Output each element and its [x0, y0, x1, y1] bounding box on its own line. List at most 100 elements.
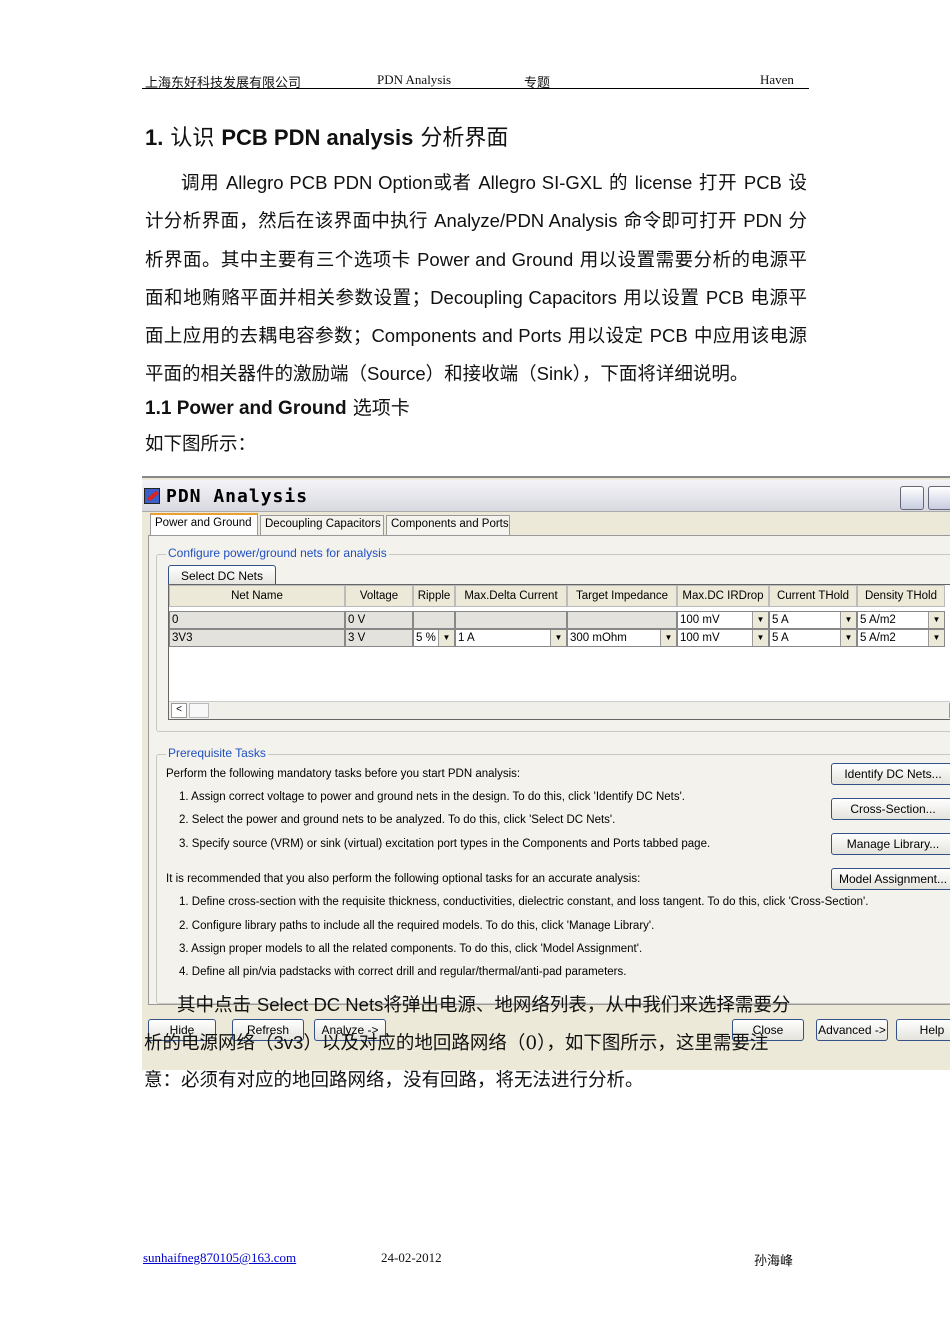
- cell-dropdown[interactable]: 5 A ▼: [769, 611, 857, 629]
- scroll-left-icon[interactable]: <: [171, 703, 187, 718]
- config-legend: Configure power/ground nets for analysis: [166, 546, 389, 560]
- title-bar: PDN Analysis: [142, 480, 950, 512]
- cell-value: 3 V: [348, 632, 366, 644]
- column-header[interactable]: Density THold: [857, 585, 945, 607]
- chevron-down-icon[interactable]: ▼: [928, 612, 944, 628]
- figure-caption: 如下图所示：: [145, 434, 257, 455]
- header-topic: PDN Analysis: [377, 72, 452, 87]
- tab-decoupling-capacitors[interactable]: Decoupling Capacitors: [260, 515, 384, 535]
- header-author: Haven: [760, 72, 794, 87]
- tab-power-and-ground[interactable]: Power and Ground: [150, 513, 258, 536]
- cell-dropdown[interactable]: 5 A/m2 ▼: [857, 611, 945, 629]
- optional-task: 3. Assign proper models to all the relat…: [179, 943, 643, 955]
- cell-value: 100 mV: [680, 614, 720, 626]
- paragraph-run: PCB: [705, 286, 744, 308]
- manage-library-button[interactable]: Manage Library...: [831, 833, 950, 855]
- chevron-down-icon[interactable]: ▼: [840, 630, 856, 646]
- paragraph-run: Components and Ports: [371, 325, 562, 347]
- footer-email-link[interactable]: sunhaifneg870105@163.com: [143, 1250, 296, 1266]
- scroll-thumb[interactable]: [189, 703, 209, 718]
- paragraph-run: 调用: [181, 173, 226, 194]
- optional-task: 4. Define all pin/via padstacks with cor…: [179, 966, 627, 978]
- column-header[interactable]: Max.DC IRDrop: [677, 585, 769, 607]
- cell-dropdown[interactable]: 5 % ▼: [413, 629, 455, 647]
- body-text-line: 意：必须有对应的地回路网络，没有回路，将无法进行分析。: [144, 1070, 644, 1091]
- paragraph-run: license: [634, 172, 693, 193]
- paragraph-run: 命令即可打开: [617, 211, 744, 233]
- column-header[interactable]: Max.Delta Current: [455, 585, 567, 607]
- chevron-down-icon[interactable]: ▼: [438, 630, 454, 646]
- optional-task: 1. Define cross-section with the requisi…: [179, 896, 869, 908]
- cell-value: 5 %: [416, 632, 436, 644]
- mandatory-task: 2. Select the power and ground nets to b…: [179, 814, 616, 826]
- column-header[interactable]: Net Name: [169, 585, 345, 607]
- table-cell: [413, 611, 455, 629]
- cross-section-button[interactable]: Cross-Section...: [831, 798, 950, 820]
- app-icon: [144, 488, 160, 504]
- section-heading-1: 1. 认识 PCB PDN analysis 分析界面: [145, 125, 509, 151]
- dialog-title: PDN Analysis: [166, 486, 309, 507]
- paragraph-run: Allegro SI-GXL: [478, 172, 603, 193]
- table-cell: 3 V: [345, 629, 413, 647]
- chevron-down-icon[interactable]: ▼: [550, 630, 566, 646]
- paragraph-run: 或者: [432, 173, 479, 194]
- paragraph-run: Decoupling Capacitors: [430, 286, 617, 308]
- cell-dropdown[interactable]: 5 A ▼: [769, 629, 857, 647]
- header-rule: [142, 88, 809, 89]
- cell-value: 300 mOhm: [570, 632, 627, 644]
- cell-dropdown[interactable]: 100 mV ▼: [677, 629, 769, 647]
- table-cell: 3V3: [169, 629, 345, 647]
- mandatory-task: 1. Assign correct voltage to power and g…: [179, 791, 685, 803]
- table-cell: 0 V: [345, 611, 413, 629]
- cell-dropdown[interactable]: 1 A ▼: [455, 629, 567, 647]
- paragraph-run: Sink: [536, 363, 573, 385]
- body-text-line: 其中点击 Select DC Nets将弹出电源、地网络列表，从中我们来选择需要…: [177, 994, 791, 1016]
- paragraph-run: 用以设定: [561, 326, 650, 348]
- cell-value: 100 mV: [680, 632, 720, 644]
- advanced-button[interactable]: Advanced ->: [816, 1019, 888, 1041]
- cell-dropdown[interactable]: 100 mV ▼: [677, 611, 769, 629]
- paragraph-run: 的: [602, 173, 635, 194]
- mandatory-intro: Perform the following mandatory tasks be…: [166, 768, 521, 780]
- paragraph-run: ）和接收端（: [425, 364, 537, 386]
- chevron-down-icon[interactable]: ▼: [752, 612, 768, 628]
- paragraph-run: 用以设置: [616, 287, 706, 309]
- chevron-down-icon[interactable]: ▼: [752, 630, 768, 646]
- paragraph-run: Power and Ground: [417, 248, 574, 270]
- section-heading-1-1: 1.1 Power and Ground 选项卡: [145, 397, 410, 419]
- column-header[interactable]: Target Impedance: [567, 585, 677, 607]
- paragraph-run: 打开: [692, 173, 744, 194]
- table-cell: [455, 611, 567, 629]
- column-header[interactable]: Voltage: [345, 585, 413, 607]
- chevron-down-icon[interactable]: ▼: [660, 630, 676, 646]
- paragraph-run: PCB: [649, 325, 688, 347]
- cell-value: 0 V: [348, 614, 366, 626]
- paragraph-run: Allegro PCB PDN Option: [225, 172, 433, 193]
- cell-value: 5 A/m2: [860, 614, 896, 626]
- nets-table: Net Name Voltage Ripple Max.Delta Current Ta…: [168, 584, 950, 720]
- column-header[interactable]: Current THold: [769, 585, 857, 607]
- help-button[interactable]: Help: [896, 1019, 950, 1041]
- paragraph-run: PCB: [743, 172, 782, 193]
- cell-dropdown[interactable]: 300 mOhm ▼: [567, 629, 677, 647]
- table-cell: [567, 611, 677, 629]
- footer-name: 孙海峰: [754, 1253, 794, 1268]
- mandatory-task: 3. Specify source (VRM) or sink (virtual…: [179, 838, 711, 850]
- cell-value: 3V3: [172, 632, 193, 644]
- cell-value: 0: [172, 614, 179, 626]
- cell-dropdown[interactable]: 5 A/m2 ▼: [857, 629, 945, 647]
- horizontal-scrollbar[interactable]: <>: [169, 701, 950, 719]
- body-text-line: 析的电源网络（3v3）以及对应的地回路网络（0），如下图所示，这里需要注: [144, 1032, 769, 1054]
- model-assignment-button[interactable]: Model Assignment...: [831, 868, 950, 890]
- maximize-button[interactable]: [928, 486, 950, 510]
- optional-task: 2. Configure library paths to include al…: [179, 920, 655, 932]
- minimize-button[interactable]: [900, 486, 924, 510]
- chevron-down-icon[interactable]: ▼: [840, 612, 856, 628]
- footer-date: 24-02-2012: [381, 1250, 442, 1265]
- paragraph-run: ），下面将详细说明。: [572, 364, 749, 386]
- identify-dc-nets-button[interactable]: Identify DC Nets...: [831, 763, 950, 785]
- tab-components-and-ports[interactable]: Components and Ports: [386, 515, 510, 535]
- chevron-down-icon[interactable]: ▼: [928, 630, 944, 646]
- column-header[interactable]: Ripple: [413, 585, 455, 607]
- pdn-analysis-dialog: PDN Analysis Power and Ground Decoupling…: [142, 476, 950, 1070]
